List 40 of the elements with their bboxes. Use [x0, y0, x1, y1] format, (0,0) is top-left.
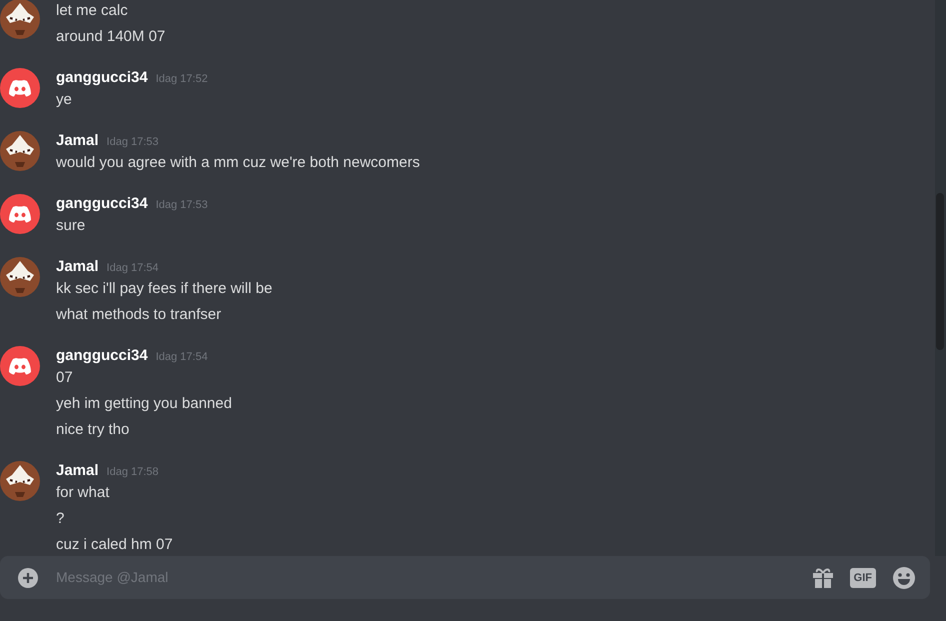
message-text: ? — [56, 509, 66, 529]
username[interactable]: ganggucci34 — [56, 346, 148, 366]
message-text: nice try tho — [56, 420, 130, 440]
avatar[interactable] — [0, 194, 40, 234]
username[interactable]: Jamal — [56, 461, 99, 481]
username[interactable]: Jamal — [56, 257, 99, 277]
username[interactable]: ganggucci34 — [56, 68, 148, 88]
message-text: sure — [56, 216, 86, 236]
timestamp: Idag 17:53 — [106, 135, 159, 150]
avatar[interactable] — [0, 461, 40, 501]
message-text: for what — [56, 483, 110, 503]
gift-icon[interactable] — [812, 566, 834, 588]
message-text: kk sec i'll pay fees if there will be — [56, 279, 272, 299]
avatar[interactable] — [0, 131, 40, 171]
message-text: let me calc — [56, 1, 129, 21]
message-text: cuz i caled hm 07 — [56, 535, 173, 555]
avatar[interactable] — [0, 346, 40, 386]
message-text: 07 — [56, 368, 74, 388]
username[interactable]: ganggucci34 — [56, 194, 148, 214]
add-icon[interactable] — [18, 568, 38, 588]
message-text: what methods to tranfser — [56, 305, 222, 325]
timestamp: Idag 17:53 — [156, 198, 208, 213]
emoji-icon[interactable] — [892, 566, 916, 590]
message-text: ye — [56, 90, 73, 110]
gif-button[interactable]: GIF — [850, 568, 876, 588]
scrollbar-thumb[interactable] — [936, 193, 944, 350]
timestamp: Idag 17:58 — [106, 465, 159, 480]
controller-icon — [8, 79, 32, 97]
timestamp: Idag 17:52 — [156, 72, 208, 87]
message-text: around 140M 07 — [56, 27, 166, 47]
avatar[interactable] — [0, 257, 40, 297]
username[interactable]: Jamal — [56, 131, 99, 151]
avatar[interactable] — [0, 68, 40, 108]
timestamp: Idag 17:54 — [106, 261, 159, 276]
avatar[interactable] — [0, 0, 40, 39]
message-text: would you agree with a mm cuz we're both newcomers — [56, 153, 420, 173]
timestamp: Idag 17:54 — [156, 350, 208, 365]
controller-icon — [8, 357, 32, 375]
controller-icon — [8, 205, 32, 223]
message-text: yeh im getting you banned — [56, 394, 232, 414]
